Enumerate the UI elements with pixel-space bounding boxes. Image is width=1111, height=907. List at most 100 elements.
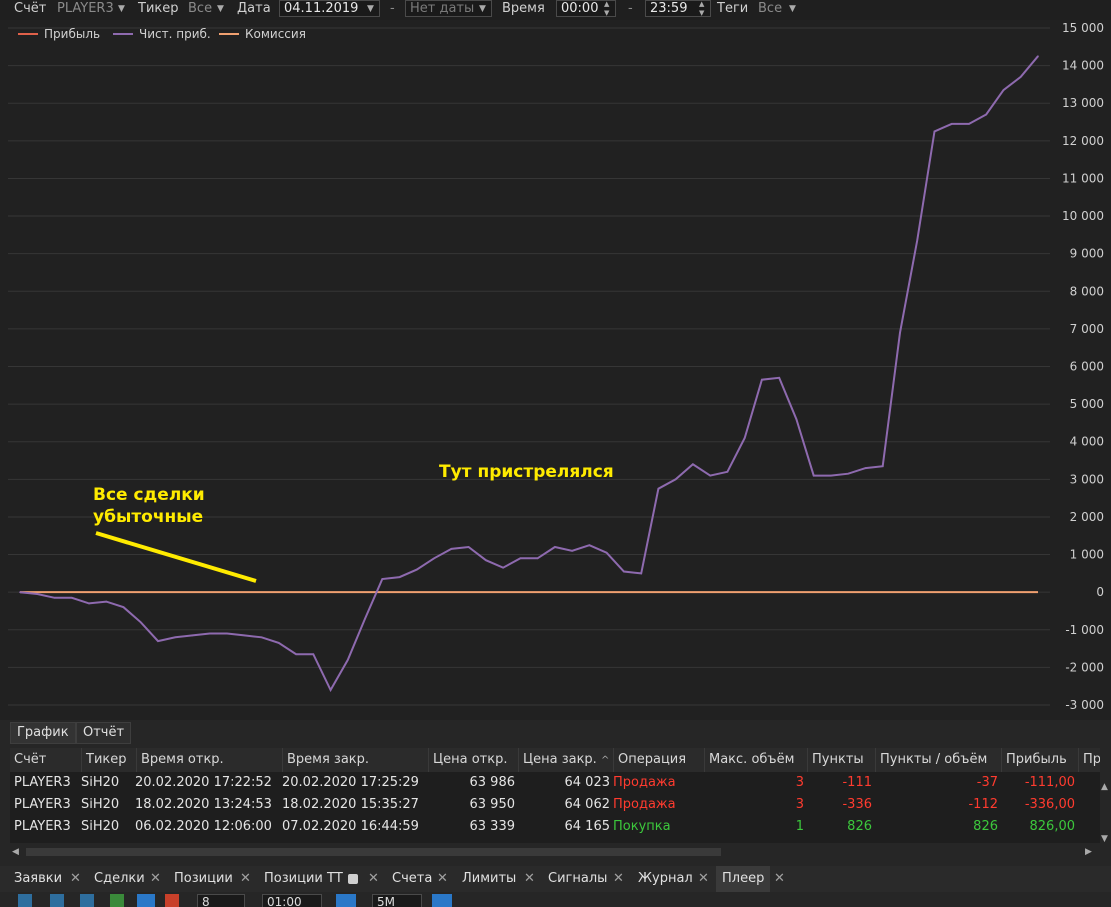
tab-positions[interactable]: Позиции [174, 866, 233, 892]
step-count-field[interactable]: 8 [197, 894, 245, 907]
tab-trades[interactable]: Сделки [94, 866, 145, 892]
scroll-up-icon[interactable]: ▲ [1101, 782, 1108, 792]
table-row[interactable]: PLAYER3 SiH20 18.02.2020 13:24:53 18.02.202… [10, 794, 1100, 816]
cell-open-time: 20.02.2020 17:22:52 [135, 775, 272, 790]
net-profit-point [778, 376, 780, 379]
col-ticker[interactable]: Тикер [82, 748, 137, 772]
cell-points: -336 [842, 797, 872, 812]
scroll-right-icon[interactable]: ▶ [1085, 847, 1092, 857]
chevron-down-icon[interactable]: ▼ [217, 4, 224, 14]
edit-icon[interactable] [348, 874, 358, 884]
back-icon[interactable] [80, 894, 94, 907]
prev-icon[interactable] [50, 894, 64, 907]
col-points-per-volume[interactable]: Пункты / объём [876, 748, 1002, 772]
col-account[interactable]: Счёт [10, 748, 82, 772]
y-tick-label: 10 000 [1062, 209, 1104, 223]
filter-bar: Счёт PLAYER3 ▼ Тикер Все ▼ Дата 04.11.20… [0, 0, 1111, 20]
play-icon[interactable] [110, 894, 124, 907]
net-profit-point [502, 566, 504, 569]
net-profit-point [450, 548, 453, 550]
col-max-volume[interactable]: Макс. объём [705, 748, 808, 772]
table-row[interactable]: PLAYER3 SiH20 06.02.2020 12:06:00 07.02.202… [10, 816, 1100, 838]
annotation-zeroed-in: Тут пристрелялся [439, 462, 614, 482]
tab-positions-tt[interactable]: Позиции ТТ [264, 866, 343, 892]
chevron-down-icon[interactable]: ▼ [118, 4, 125, 14]
tab-orders[interactable]: Заявки [14, 866, 62, 892]
table-row[interactable]: PLAYER3 SiH20 20.02.2020 17:22:52 20.02.202… [10, 772, 1100, 794]
net-profit-point [605, 551, 608, 554]
tab-journal[interactable]: Журнал [638, 866, 693, 892]
col-profit[interactable]: Прибыль [1002, 748, 1079, 772]
net-profit-point [243, 634, 246, 637]
close-icon[interactable]: ✕ [613, 866, 624, 892]
hscroll-thumb[interactable] [26, 848, 721, 856]
chevron-down-icon[interactable]: ▼ [789, 4, 796, 14]
first-icon[interactable] [18, 894, 32, 907]
col-open-price[interactable]: Цена откр. [429, 748, 519, 772]
tab-accounts[interactable]: Счета [392, 866, 432, 892]
close-icon[interactable]: ✕ [70, 866, 81, 892]
cell-open-price: 63 986 [469, 775, 516, 790]
col-points[interactable]: Пункты [808, 748, 876, 772]
cell-close-price: 64 023 [564, 775, 611, 790]
cell-close-time: 18.02.2020 15:35:27 [282, 797, 419, 812]
cell-points-per-volume: -37 [976, 775, 998, 790]
col-more[interactable]: Пр [1079, 748, 1100, 772]
pnl-chart: -3 000 -2 000 -1 000 0 1 000 2 000 3 000 4 000 5… [0, 20, 1111, 720]
net-profit-point [795, 418, 798, 420]
pause-icon[interactable] [137, 894, 155, 907]
close-icon[interactable]: ✕ [774, 866, 785, 892]
close-icon[interactable]: ✕ [698, 866, 709, 892]
table-hscroll[interactable]: ◀ ▶ [10, 845, 1100, 859]
y-tick-label: -3 000 [1065, 698, 1104, 712]
net-profit-point [933, 130, 936, 133]
close-icon[interactable]: ✕ [240, 866, 251, 892]
cell-account: PLAYER3 [14, 775, 71, 790]
fast-forward-icon[interactable] [336, 894, 356, 907]
scroll-down-icon[interactable]: ▼ [1101, 834, 1108, 844]
cell-ticker: SiH20 [81, 775, 120, 790]
close-icon[interactable]: ✕ [368, 866, 379, 892]
y-tick-label: 6 000 [1070, 360, 1104, 374]
tab-player[interactable]: Плеер [716, 866, 771, 892]
legend-profit: Прибыль [44, 27, 100, 41]
net-profit-point [312, 653, 315, 656]
fast-forward-icon[interactable] [432, 894, 452, 907]
y-tick-label: 8 000 [1070, 284, 1104, 298]
net-profit-point [536, 557, 539, 560]
cell-open-time: 06.02.2020 12:06:00 [135, 819, 272, 834]
col-operation[interactable]: Операция [614, 748, 705, 772]
account-select[interactable]: PLAYER3 [57, 0, 114, 19]
tab-limits[interactable]: Лимиты [462, 866, 516, 892]
close-icon[interactable]: ✕ [524, 866, 535, 892]
speed-select[interactable]: 5M [372, 894, 422, 907]
date-from-field[interactable]: 04.11.2019 [279, 0, 380, 17]
close-icon[interactable]: ✕ [150, 866, 161, 892]
cell-points: -111 [842, 775, 872, 790]
spinner-up-icon[interactable]: ▲ [604, 1, 609, 8]
table-vscroll[interactable]: ▲ ▼ [1100, 748, 1111, 845]
tags-select[interactable]: Все [758, 0, 782, 19]
cell-profit: -336,00 [1024, 797, 1075, 812]
tab-chart[interactable]: График [10, 722, 76, 744]
col-close-price[interactable]: Цена закр. ^ [519, 748, 614, 772]
player-toolbar: 8 01:00 5M [0, 892, 1111, 907]
tab-report[interactable]: Отчёт [76, 722, 132, 744]
ticker-select[interactable]: Все [188, 0, 212, 19]
stop-icon[interactable] [165, 894, 179, 907]
chevron-down-icon[interactable]: ▼ [367, 4, 374, 14]
col-close-time[interactable]: Время закр. [283, 748, 429, 772]
chevron-down-icon[interactable]: ▼ [479, 4, 486, 14]
net-profit-point [571, 549, 573, 552]
spinner-down-icon[interactable]: ▼ [699, 10, 704, 17]
spinner-down-icon[interactable]: ▼ [604, 10, 609, 17]
close-icon[interactable]: ✕ [437, 866, 448, 892]
col-open-time[interactable]: Время откр. [137, 748, 283, 772]
tab-signals[interactable]: Сигналы [548, 866, 607, 892]
net-profit-point [329, 689, 332, 691]
date-dash: - [390, 1, 395, 16]
net-profit-point [416, 568, 418, 571]
scroll-left-icon[interactable]: ◀ [12, 847, 19, 857]
spinner-up-icon[interactable]: ▲ [699, 1, 704, 8]
step-time-field[interactable]: 01:00 [262, 894, 322, 907]
